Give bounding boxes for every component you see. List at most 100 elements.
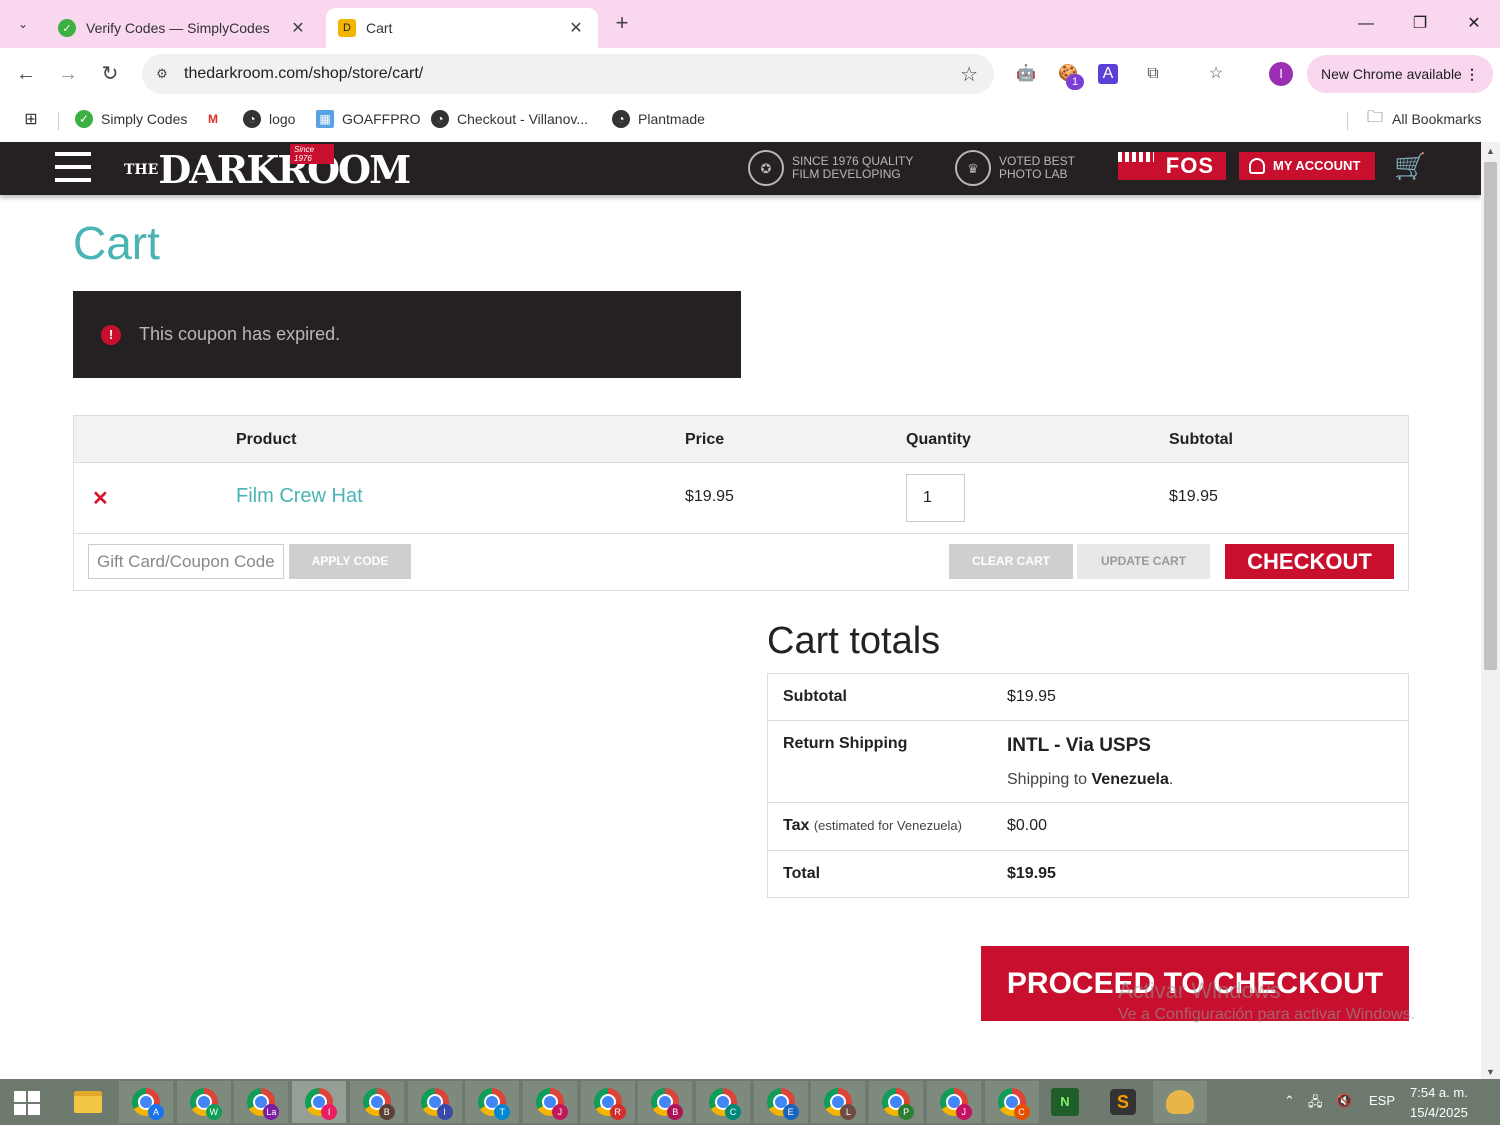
chrome-profile-taskbar-icon[interactable]: B	[638, 1081, 693, 1123]
product-link[interactable]: Film Crew Hat	[236, 485, 363, 508]
totals-tax-row: Tax (estimated for Venezuela) $0.00	[768, 803, 1408, 851]
tab-strip: ⌄ ✓ Verify Codes — SimplyCodes ✕ D Cart …	[0, 0, 1500, 48]
file-explorer-icon[interactable]	[61, 1081, 115, 1123]
all-bookmarks-button[interactable]: 🗀 All Bookmarks	[1366, 109, 1481, 128]
logo-the: THE	[124, 162, 159, 178]
chrome-profile-taskbar-icon[interactable]: B	[349, 1081, 404, 1123]
chrome-profile-taskbar-icon[interactable]: E	[753, 1081, 808, 1123]
reload-button[interactable]: ↻	[96, 60, 124, 88]
system-clock[interactable]: 7:54 a. m. 15/4/2025	[1410, 1083, 1468, 1123]
chrome-profile-taskbar-icon[interactable]: I	[292, 1081, 347, 1123]
subtotal-value: $19.95	[1007, 688, 1056, 705]
bookmark-checkout[interactable]: ◔ Checkout - Villanov...	[431, 110, 588, 128]
remove-item-icon[interactable]: ✕	[92, 486, 109, 511]
close-tab-icon[interactable]: ✕	[566, 18, 586, 38]
film-strip-icon	[1118, 152, 1154, 162]
badge-line: PHOTO LAB	[999, 167, 1068, 181]
cart-icon[interactable]: 🛒	[1394, 150, 1428, 182]
cart-actions: Gift Card/Coupon Code APPLY CODE CLEAR C…	[74, 534, 1408, 592]
tray-overflow-icon[interactable]: ⌃	[1284, 1093, 1295, 1109]
close-window-button[interactable]: ✕	[1454, 8, 1494, 40]
tab-cart[interactable]: D Cart ✕	[326, 8, 598, 48]
shipping-to-prefix: Shipping to	[1007, 771, 1088, 788]
tab-verify-codes[interactable]: ✓ Verify Codes — SimplyCodes ✕	[46, 8, 320, 48]
reading-list-icon[interactable]: ☆	[1204, 62, 1228, 86]
notice-text: This coupon has expired.	[139, 324, 341, 344]
address-bar[interactable]: ⚙ thedarkroom.com/shop/store/cart/ ☆	[142, 54, 994, 94]
more-menu-icon[interactable]: ⋮	[1465, 55, 1479, 93]
profile-avatar[interactable]: I	[1269, 62, 1293, 86]
update-cart-button[interactable]: UPDATE CART	[1077, 544, 1210, 579]
chrome-profile-taskbar-icon[interactable]: C	[696, 1081, 750, 1123]
chrome-profile-taskbar-icon[interactable]: P	[869, 1081, 924, 1123]
menu-hamburger-icon[interactable]	[55, 152, 91, 184]
extension-a-icon[interactable]: A	[1098, 64, 1118, 84]
bookmark-plantmade[interactable]: ◔ Plantmade	[612, 110, 705, 128]
extensions-puzzle-icon[interactable]: ⧉	[1141, 62, 1165, 86]
header-quantity: Quantity	[906, 431, 971, 448]
scrollbar-thumb[interactable]	[1484, 162, 1497, 670]
error-icon: !	[101, 324, 121, 345]
profile-badge: I	[321, 1104, 338, 1120]
restore-button[interactable]: ❐	[1400, 8, 1440, 40]
profile-badge: J	[955, 1104, 972, 1120]
profile-badge: W	[205, 1104, 222, 1120]
page-scrollbar[interactable]: ▲ ▼	[1481, 142, 1500, 1079]
profile-badge: C	[1013, 1104, 1030, 1120]
fos-button[interactable]: FOS	[1118, 152, 1226, 180]
bookmark-goaffpro[interactable]: ▦ GOAFFPRO	[316, 110, 421, 128]
quality-badge: ✪ SINCE 1976 QUALITY FILM DEVELOPING	[748, 150, 913, 186]
total-label: Total	[783, 865, 821, 882]
chrome-profile-taskbar-icon[interactable]: La	[234, 1081, 289, 1123]
minimize-button[interactable]: —	[1346, 8, 1386, 40]
sublime-text-icon[interactable]: S	[1096, 1081, 1150, 1123]
forward-button[interactable]: →	[54, 60, 82, 88]
tax-label: Tax	[783, 817, 810, 834]
windows-start-icon[interactable]	[14, 1091, 40, 1115]
bookmark-gmail[interactable]: M	[204, 110, 222, 128]
bookmark-label: Simply Codes	[101, 111, 188, 127]
chrome-profile-taskbar-icon[interactable]: J	[926, 1081, 981, 1123]
site-logo[interactable]: THEDARKROOM Since 1976	[124, 144, 411, 190]
checkout-button[interactable]: CHECKOUT	[1225, 544, 1394, 579]
extension-robot-icon[interactable]: 🤖	[1014, 62, 1038, 86]
apps-grid-icon[interactable]: ⊞	[22, 110, 40, 128]
language-indicator[interactable]: ESP	[1369, 1093, 1395, 1108]
chrome-icon: B	[362, 1088, 395, 1120]
tab-search-button[interactable]: ⌄	[8, 9, 38, 39]
chrome-profile-taskbar-icon[interactable]: L	[811, 1081, 866, 1123]
coupon-code-input[interactable]: Gift Card/Coupon Code	[88, 544, 284, 579]
network-icon[interactable]: 🖧	[1308, 1093, 1323, 1115]
site-info-icon[interactable]: ⚙	[152, 64, 172, 84]
scroll-up-icon[interactable]: ▲	[1481, 146, 1500, 156]
new-tab-button[interactable]: +	[608, 10, 636, 38]
close-tab-icon[interactable]: ✕	[288, 18, 308, 38]
voted-best-badge: ♛ VOTED BEST PHOTO LAB	[955, 150, 1075, 186]
chrome-icon: C	[709, 1088, 741, 1120]
app-green-icon[interactable]: N	[1038, 1081, 1092, 1123]
chrome-profile-taskbar-icon[interactable]: T	[465, 1081, 520, 1123]
chrome-profile-taskbar-icon[interactable]: I	[407, 1081, 462, 1123]
chrome-profile-taskbar-icon[interactable]: J	[522, 1081, 577, 1123]
back-button[interactable]: ←	[12, 60, 40, 88]
scroll-down-icon[interactable]: ▼	[1481, 1067, 1500, 1077]
chrome-icon: T	[478, 1088, 511, 1120]
chrome-update-button[interactable]: New Chrome available ⋮	[1307, 55, 1493, 93]
chrome-profile-taskbar-icon[interactable]: A	[119, 1081, 173, 1123]
my-account-button[interactable]: MY ACCOUNT	[1239, 152, 1375, 180]
chrome-icon: E	[766, 1088, 799, 1120]
bookmark-star-icon[interactable]: ☆	[960, 62, 978, 87]
quantity-input[interactable]: 1	[906, 474, 965, 522]
chrome-profile-taskbar-icon[interactable]: C	[984, 1081, 1039, 1123]
item-subtotal: $19.95	[1169, 488, 1218, 505]
chrome-profile-taskbar-icon[interactable]: R	[580, 1081, 635, 1123]
apply-code-button[interactable]: APPLY CODE	[289, 544, 411, 579]
profile-badge: E	[782, 1104, 799, 1120]
bookmark-logo[interactable]: ◔ logo	[243, 110, 295, 128]
chrome-profile-taskbar-icon[interactable]: W	[176, 1081, 231, 1123]
app-pet-icon[interactable]	[1153, 1081, 1207, 1123]
bookmark-simply-codes[interactable]: ✓ Simply Codes	[75, 110, 187, 128]
logo-wordmark: DARKROOM	[158, 147, 411, 192]
volume-muted-icon[interactable]: 🔇	[1336, 1093, 1352, 1109]
clear-cart-button[interactable]: CLEAR CART	[949, 544, 1073, 579]
